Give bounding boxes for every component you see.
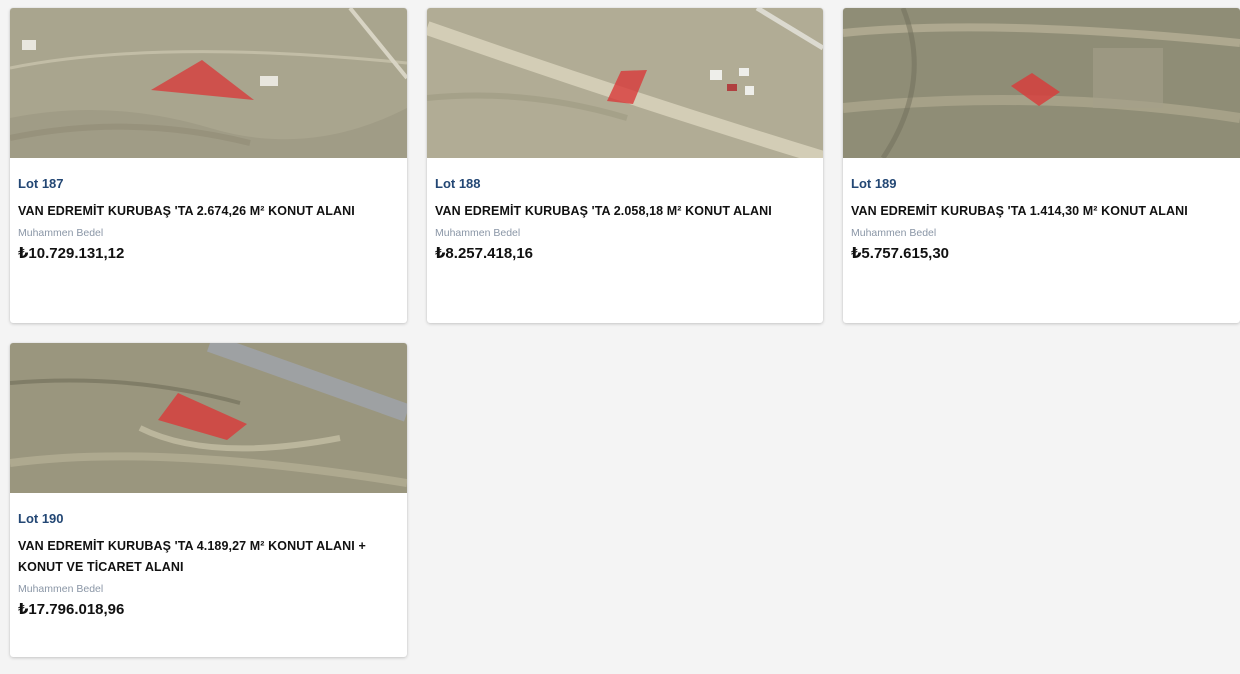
listing-card[interactable]: Lot 189 VAN EDREMİT KURUBAŞ 'TA 1.414,30…	[843, 8, 1240, 323]
listing-card[interactable]: Lot 187 VAN EDREMİT KURUBAŞ 'TA 2.674,26…	[10, 8, 407, 323]
price-label: Muhammen Bedel	[18, 227, 104, 239]
price-label: Muhammen Bedel	[18, 583, 104, 595]
price-label: Muhammen Bedel	[851, 227, 937, 239]
lot-number: Lot 190	[18, 511, 64, 526]
price-value: ₺17.796.018,96	[18, 601, 125, 618]
listing-grid: Lot 187 VAN EDREMİT KURUBAŞ 'TA 2.674,26…	[0, 0, 1240, 674]
listing-title[interactable]: VAN EDREMİT KURUBAŞ 'TA 1.414,30 M² KONU…	[851, 201, 1232, 222]
lot-number: Lot 189	[851, 176, 897, 191]
price-label: Muhammen Bedel	[435, 227, 521, 239]
listing-card[interactable]: Lot 190 VAN EDREMİT KURUBAŞ 'TA 4.189,27…	[10, 343, 407, 657]
listing-title[interactable]: VAN EDREMİT KURUBAŞ 'TA 2.674,26 M² KONU…	[18, 201, 399, 222]
price-value: ₺10.729.131,12	[18, 245, 125, 262]
satellite-image[interactable]	[843, 8, 1240, 158]
price-value: ₺5.757.615,30	[851, 245, 950, 262]
satellite-image[interactable]	[10, 8, 407, 158]
satellite-image[interactable]	[10, 343, 407, 493]
listing-title[interactable]: VAN EDREMİT KURUBAŞ 'TA 4.189,27 M² KONU…	[18, 536, 399, 578]
listing-title[interactable]: VAN EDREMİT KURUBAŞ 'TA 2.058,18 M² KONU…	[435, 201, 815, 222]
lot-number: Lot 187	[18, 176, 64, 191]
satellite-image[interactable]	[427, 8, 823, 158]
lot-number: Lot 188	[435, 176, 481, 191]
price-value: ₺8.257.418,16	[435, 245, 534, 262]
listing-card[interactable]: Lot 188 VAN EDREMİT KURUBAŞ 'TA 2.058,18…	[427, 8, 823, 323]
